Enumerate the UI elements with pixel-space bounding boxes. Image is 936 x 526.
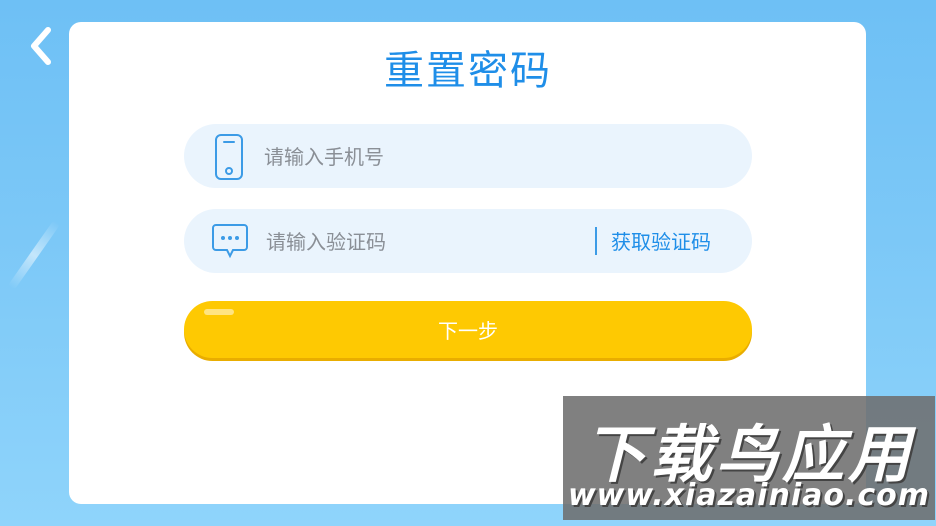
background-light-streak — [7, 219, 61, 291]
verification-field-container: 获取验证码 — [184, 209, 752, 273]
message-icon — [212, 224, 248, 259]
phone-field-container — [184, 124, 752, 188]
verification-code-input[interactable] — [264, 227, 588, 257]
page-title: 重置密码 — [384, 48, 552, 94]
field-divider — [595, 227, 597, 255]
next-step-button[interactable]: 下一步 — [184, 301, 752, 358]
button-highlight — [204, 309, 234, 315]
next-step-label: 下一步 — [438, 319, 498, 343]
get-verification-code-button[interactable]: 获取验证码 — [611, 226, 711, 255]
watermark: 下载鸟应用 www.xiazainiao.com — [563, 396, 935, 520]
smartphone-icon — [215, 134, 243, 180]
watermark-url: www.xiazainiao.com — [567, 478, 931, 513]
phone-number-input[interactable] — [262, 142, 706, 172]
